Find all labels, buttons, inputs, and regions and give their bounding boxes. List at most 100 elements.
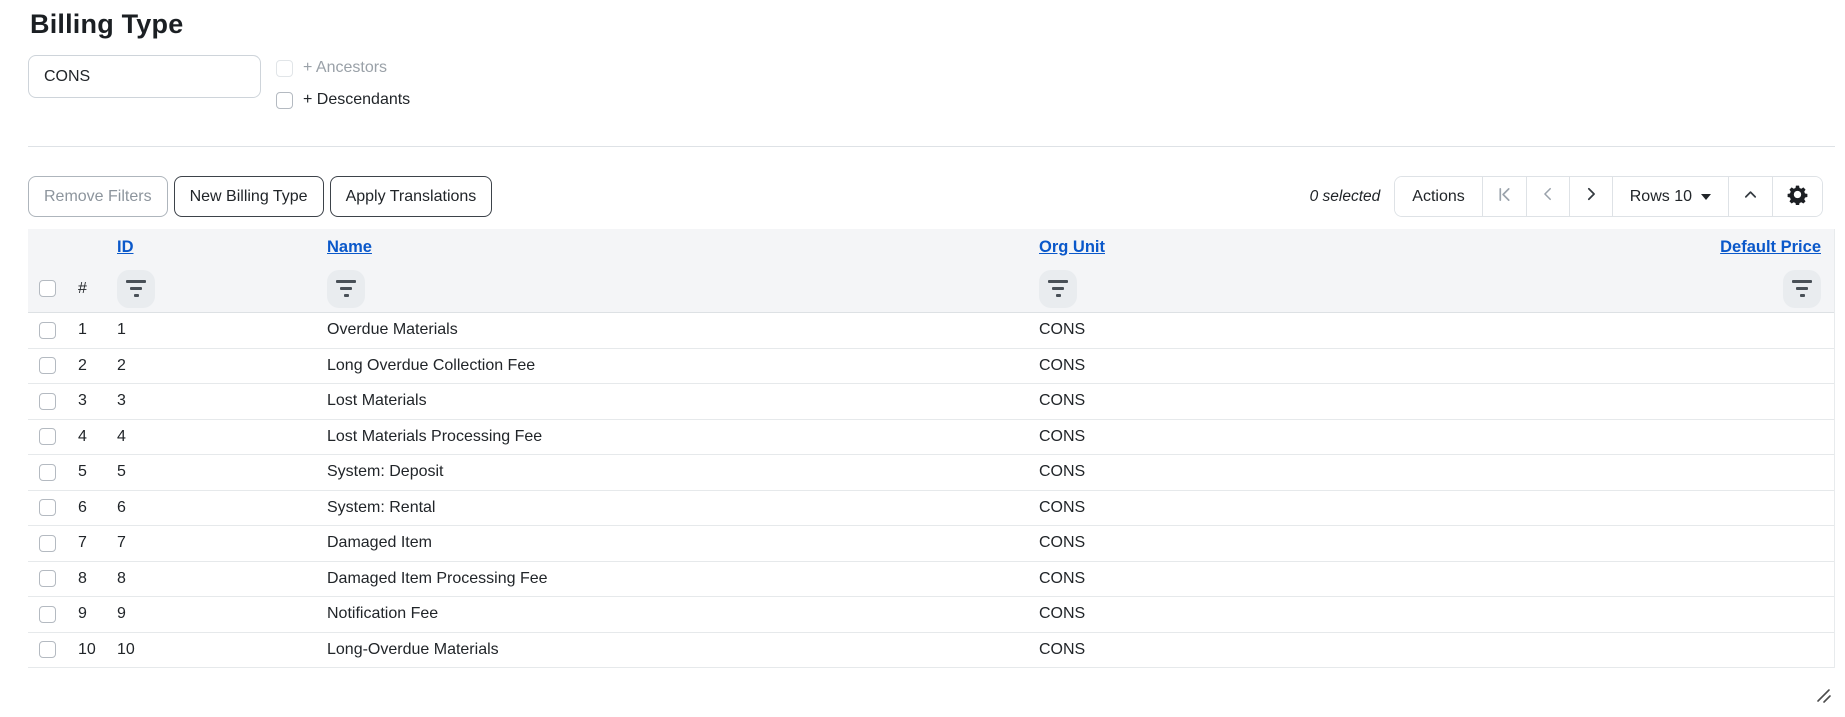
column-header-org-unit[interactable]: Org Unit — [1039, 238, 1105, 256]
table-row[interactable]: 8 8 Damaged Item Processing Fee CONS — [28, 562, 1834, 598]
cell-name: Long-Overdue Materials — [314, 633, 1026, 668]
actions-menu-button[interactable]: Actions — [1395, 177, 1482, 216]
default-price-filter-button[interactable] — [1783, 270, 1821, 308]
row-number: 7 — [66, 526, 104, 561]
name-filter-button[interactable] — [327, 270, 365, 308]
cell-id: 10 — [104, 633, 314, 668]
id-filter-button[interactable] — [117, 270, 155, 308]
cell-default-price — [1664, 455, 1834, 490]
collapse-toolbar-button[interactable] — [1729, 177, 1773, 216]
grid-settings-button[interactable] — [1773, 177, 1822, 216]
remove-filters-button[interactable]: Remove Filters — [28, 176, 168, 217]
apply-translations-button[interactable]: Apply Translations — [330, 176, 493, 217]
next-page-button[interactable] — [1570, 177, 1613, 216]
grid-toolbar: Remove Filters New Billing Type Apply Tr… — [28, 176, 1835, 217]
previous-page-button[interactable] — [1527, 177, 1570, 216]
cell-default-price — [1664, 597, 1834, 632]
cell-name: Lost Materials — [314, 384, 1026, 419]
cell-default-price — [1664, 633, 1834, 668]
cell-org-unit: CONS — [1026, 491, 1664, 526]
filter-lines-icon — [336, 280, 356, 283]
cell-org-unit: CONS — [1026, 420, 1664, 455]
row-checkbox[interactable] — [39, 357, 56, 374]
descendants-checkbox[interactable] — [276, 92, 293, 109]
chevron-left-icon — [1541, 187, 1555, 206]
cell-id: 1 — [104, 313, 314, 348]
column-header-default-price[interactable]: Default Price — [1720, 238, 1821, 256]
table-row[interactable]: 6 6 System: Rental CONS — [28, 491, 1834, 527]
row-checkbox[interactable] — [39, 322, 56, 339]
cell-id: 9 — [104, 597, 314, 632]
row-number: 6 — [66, 491, 104, 526]
ancestors-checkbox[interactable] — [276, 60, 293, 77]
first-page-button[interactable] — [1483, 177, 1527, 216]
row-checkbox[interactable] — [39, 499, 56, 516]
table-row[interactable]: 9 9 Notification Fee CONS — [28, 597, 1834, 633]
column-header-id[interactable]: ID — [117, 238, 134, 256]
cell-default-price — [1664, 384, 1834, 419]
resize-grip-icon[interactable] — [1814, 686, 1832, 709]
ancestors-label: + Ancestors — [303, 59, 387, 77]
descendants-option[interactable]: + Descendants — [276, 91, 410, 109]
row-checkbox[interactable] — [39, 570, 56, 587]
cell-name: Damaged Item Processing Fee — [314, 562, 1026, 597]
gear-icon — [1787, 184, 1808, 210]
billing-type-admin-page: Billing Type + Ancestors + Descendants R… — [0, 0, 1845, 717]
row-checkbox[interactable] — [39, 428, 56, 445]
row-checkbox[interactable] — [39, 641, 56, 658]
row-number: 8 — [66, 562, 104, 597]
org-unit-input[interactable] — [28, 55, 261, 98]
org-unit-filter-button[interactable] — [1039, 270, 1077, 308]
cell-default-price — [1664, 491, 1834, 526]
grid-header: ID Name Org Unit Default Price # — [28, 229, 1834, 313]
filter-lines-icon — [1792, 280, 1812, 283]
cell-default-price — [1664, 526, 1834, 561]
cell-id: 8 — [104, 562, 314, 597]
ancestors-option[interactable]: + Ancestors — [276, 59, 410, 77]
row-checkbox[interactable] — [39, 464, 56, 481]
filter-lines-icon — [1048, 280, 1068, 283]
table-row[interactable]: 10 10 Long-Overdue Materials CONS — [28, 633, 1834, 669]
cell-id: 6 — [104, 491, 314, 526]
chevron-up-icon — [1743, 187, 1758, 207]
grid-controls-group: Actions — [1394, 176, 1823, 217]
select-all-checkbox[interactable] — [39, 280, 56, 297]
cell-org-unit: CONS — [1026, 384, 1664, 419]
row-checkbox[interactable] — [39, 393, 56, 410]
cell-name: Long Overdue Collection Fee — [314, 349, 1026, 384]
cell-name: System: Deposit — [314, 455, 1026, 490]
column-header-row-number: # — [66, 280, 104, 298]
section-divider — [28, 146, 1835, 147]
first-page-icon — [1497, 187, 1512, 207]
grid-body: 1 1 Overdue Materials CONS 2 2 Long Over… — [28, 313, 1834, 668]
row-checkbox[interactable] — [39, 606, 56, 623]
column-header-name[interactable]: Name — [327, 238, 372, 256]
table-row[interactable]: 5 5 System: Deposit CONS — [28, 455, 1834, 491]
cell-org-unit: CONS — [1026, 597, 1664, 632]
table-row[interactable]: 3 3 Lost Materials CONS — [28, 384, 1834, 420]
table-row[interactable]: 2 2 Long Overdue Collection Fee CONS — [28, 349, 1834, 385]
cell-default-price — [1664, 420, 1834, 455]
cell-default-price — [1664, 313, 1834, 348]
chevron-right-icon — [1584, 187, 1598, 206]
page-title: Billing Type — [30, 9, 1835, 40]
cell-name: Damaged Item — [314, 526, 1026, 561]
table-row[interactable]: 4 4 Lost Materials Processing Fee CONS — [28, 420, 1834, 456]
cell-id: 2 — [104, 349, 314, 384]
rows-per-page-select[interactable]: Rows 10 — [1613, 177, 1729, 216]
row-number: 2 — [66, 349, 104, 384]
cell-id: 5 — [104, 455, 314, 490]
cell-org-unit: CONS — [1026, 526, 1664, 561]
cell-org-unit: CONS — [1026, 455, 1664, 490]
table-row[interactable]: 1 1 Overdue Materials CONS — [28, 313, 1834, 349]
org-filter-bar: + Ancestors + Descendants — [28, 55, 1835, 109]
row-number: 9 — [66, 597, 104, 632]
new-billing-type-button[interactable]: New Billing Type — [174, 176, 324, 217]
org-scope-options: + Ancestors + Descendants — [276, 55, 410, 109]
cell-org-unit: CONS — [1026, 633, 1664, 668]
row-number: 1 — [66, 313, 104, 348]
table-row[interactable]: 7 7 Damaged Item CONS — [28, 526, 1834, 562]
row-checkbox[interactable] — [39, 535, 56, 552]
row-number: 5 — [66, 455, 104, 490]
cell-name: Lost Materials Processing Fee — [314, 420, 1026, 455]
